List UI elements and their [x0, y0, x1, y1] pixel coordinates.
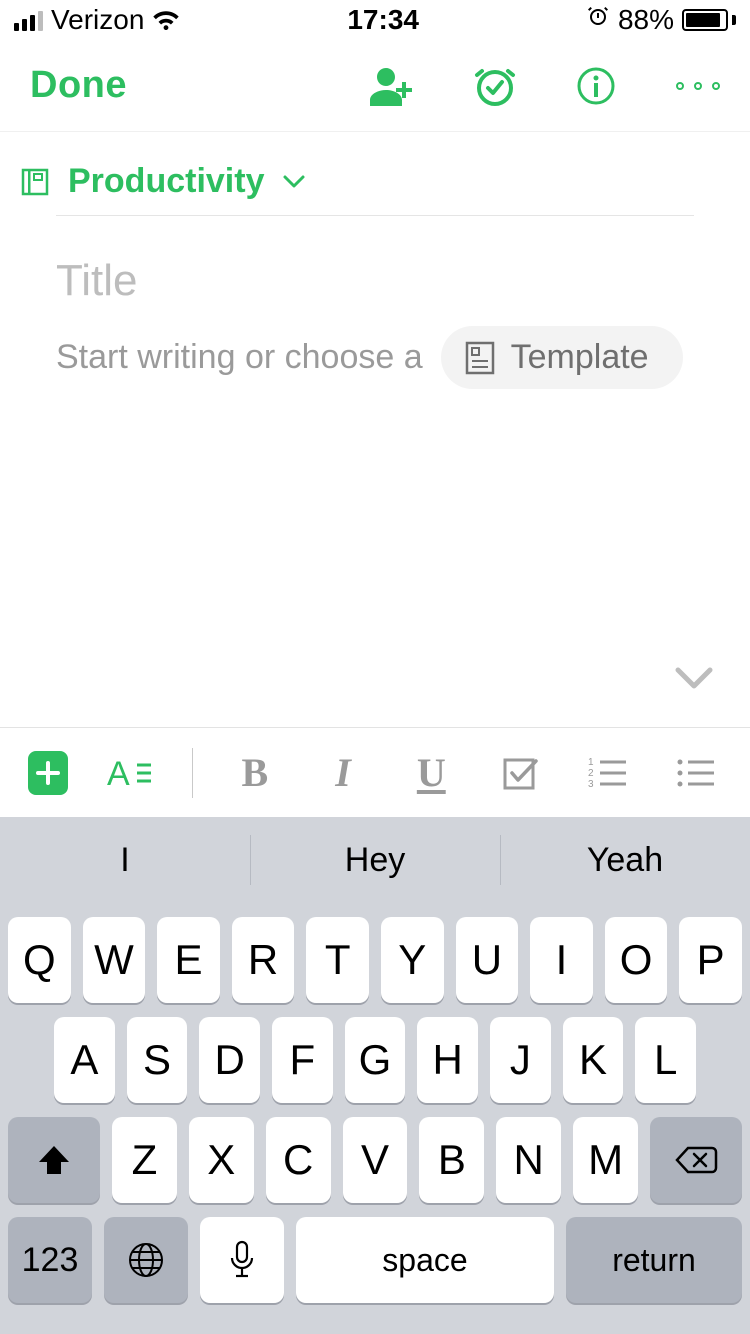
template-icon [465, 341, 495, 375]
key-l[interactable]: L [635, 1017, 696, 1103]
key-c[interactable]: C [266, 1117, 331, 1203]
key-p[interactable]: P [679, 917, 742, 1003]
key-x[interactable]: X [189, 1117, 254, 1203]
key-v[interactable]: V [343, 1117, 408, 1203]
carrier-label: Verizon [51, 4, 144, 36]
key-row-1: Q W E R T Y U I O P [0, 917, 750, 1003]
italic-button[interactable]: I [317, 749, 369, 796]
chevron-down-icon[interactable] [672, 664, 716, 697]
more-icon[interactable] [676, 82, 720, 90]
space-key[interactable]: space [296, 1217, 554, 1303]
svg-text:2: 2 [588, 768, 594, 779]
share-person-icon[interactable] [370, 66, 414, 106]
globe-key[interactable] [104, 1217, 188, 1303]
add-button[interactable] [28, 751, 68, 795]
separator [192, 748, 193, 798]
template-button[interactable]: Template [441, 326, 683, 389]
bullet-list-button[interactable] [670, 756, 722, 790]
key-w[interactable]: W [83, 917, 146, 1003]
key-u[interactable]: U [456, 917, 519, 1003]
key-d[interactable]: D [199, 1017, 260, 1103]
return-key[interactable]: return [566, 1217, 742, 1303]
svg-text:A: A [107, 755, 130, 793]
key-m[interactable]: M [573, 1117, 638, 1203]
svg-text:1: 1 [588, 757, 594, 768]
dictation-key[interactable] [200, 1217, 284, 1303]
nav-bar: Done [0, 40, 750, 132]
key-o[interactable]: O [605, 917, 668, 1003]
battery-icon [682, 9, 736, 31]
status-bar: Verizon 17:34 88% [0, 0, 750, 40]
underline-button[interactable]: U [405, 749, 457, 796]
key-e[interactable]: E [157, 917, 220, 1003]
notebook-selector[interactable]: Productivity [0, 132, 750, 215]
key-j[interactable]: J [490, 1017, 551, 1103]
key-h[interactable]: H [417, 1017, 478, 1103]
clock: 17:34 [347, 4, 419, 36]
keyboard: I Hey Yeah Q W E R T Y U I O P A S D F G… [0, 817, 750, 1334]
key-a[interactable]: A [54, 1017, 115, 1103]
info-icon[interactable] [576, 66, 616, 106]
reminder-icon[interactable] [474, 65, 516, 107]
done-button[interactable]: Done [30, 64, 127, 107]
wifi-icon [152, 9, 180, 31]
key-s[interactable]: S [127, 1017, 188, 1103]
key-t[interactable]: T [306, 917, 369, 1003]
battery-percent: 88% [618, 4, 674, 36]
chevron-down-icon [282, 174, 306, 190]
formatting-toolbar: A B I U 123 [0, 727, 750, 817]
prediction-1[interactable]: I [0, 817, 250, 903]
template-label: Template [511, 338, 649, 377]
key-r[interactable]: R [232, 917, 295, 1003]
note-title-input[interactable] [56, 256, 694, 306]
bold-button[interactable]: B [229, 749, 281, 796]
svg-text:3: 3 [588, 779, 594, 790]
numbered-list-button[interactable]: 123 [582, 756, 634, 790]
key-row-3: Z X C V B N M [0, 1117, 750, 1203]
key-y[interactable]: Y [381, 917, 444, 1003]
key-b[interactable]: B [419, 1117, 484, 1203]
notebook-icon [20, 167, 50, 197]
backspace-key[interactable] [650, 1117, 742, 1203]
key-g[interactable]: G [345, 1017, 406, 1103]
prediction-2[interactable]: Hey [250, 817, 500, 903]
key-f[interactable]: F [272, 1017, 333, 1103]
key-z[interactable]: Z [112, 1117, 177, 1203]
text-style-button[interactable]: A [104, 753, 156, 793]
shift-key[interactable] [8, 1117, 100, 1203]
note-body-placeholder: Start writing or choose a [56, 338, 423, 377]
key-row-4: 123 space return [0, 1217, 750, 1303]
note-editor[interactable]: Start writing or choose a Template [0, 216, 750, 389]
key-q[interactable]: Q [8, 917, 71, 1003]
prediction-3[interactable]: Yeah [500, 817, 750, 903]
key-i[interactable]: I [530, 917, 593, 1003]
alarm-icon [586, 4, 610, 36]
key-k[interactable]: K [563, 1017, 624, 1103]
cell-signal-icon [14, 9, 43, 31]
checkbox-button[interactable] [493, 755, 545, 791]
notebook-name: Productivity [68, 162, 264, 201]
numbers-key[interactable]: 123 [8, 1217, 92, 1303]
key-row-2: A S D F G H J K L [0, 1017, 750, 1103]
key-n[interactable]: N [496, 1117, 561, 1203]
